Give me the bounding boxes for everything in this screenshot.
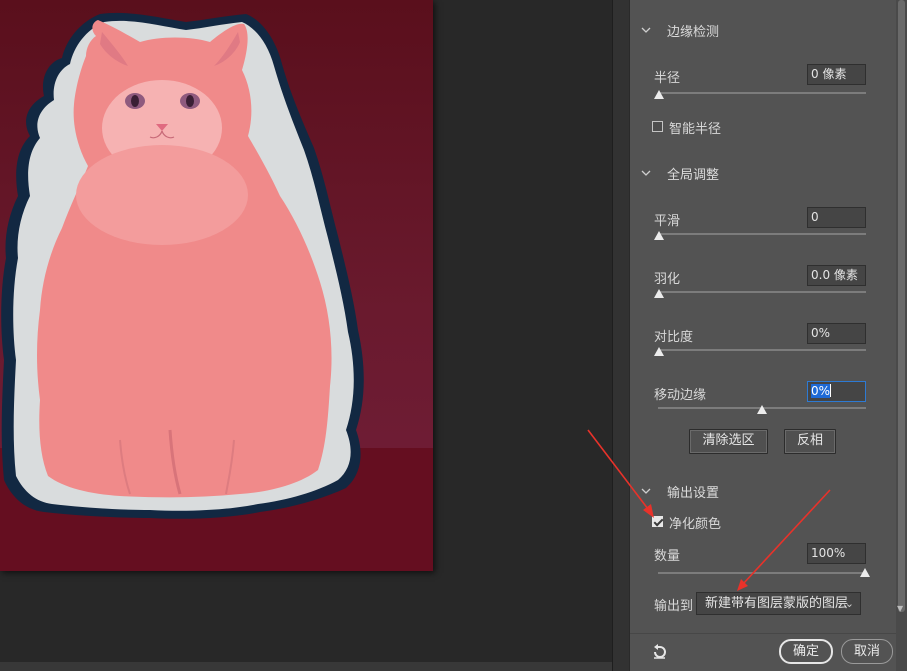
reset-icon[interactable]: [651, 643, 669, 661]
radius-slider-handle[interactable]: [654, 90, 664, 99]
shift-edge-slider-handle[interactable]: [757, 405, 767, 414]
contrast-label: 对比度: [654, 330, 694, 345]
feather-input[interactable]: 0.0 像素: [807, 265, 866, 286]
decontaminate-colors-label: 净化颜色: [669, 517, 722, 532]
invert-button[interactable]: 反相: [784, 429, 836, 454]
smooth-slider-track[interactable]: [658, 233, 866, 235]
feather-slider-track[interactable]: [658, 291, 866, 293]
feather-slider-handle[interactable]: [654, 289, 664, 298]
smart-radius-label: 智能半径: [669, 122, 722, 137]
smooth-label: 平滑: [654, 214, 681, 229]
smart-radius-checkbox[interactable]: [652, 121, 663, 132]
output-to-label: 输出到: [654, 599, 694, 614]
amount-slider-handle[interactable]: [860, 568, 870, 577]
cat-selection-preview: [0, 12, 433, 571]
output-to-select[interactable]: 新建带有图层蒙版的图层 ⌄: [696, 592, 861, 615]
select-and-mask-properties-panel: 边缘检测 半径 0 像素 智能半径 全局调整 平滑 0 羽化 0.0 像素 对比…: [629, 0, 907, 671]
feather-label: 羽化: [654, 272, 681, 287]
output-to-selected-value: 新建带有图层蒙版的图层: [705, 596, 849, 611]
text-caret: [830, 384, 832, 397]
scroll-down-arrow-icon[interactable]: ▼: [897, 604, 903, 613]
cancel-button[interactable]: 取消: [841, 639, 893, 664]
contrast-input[interactable]: 0%: [807, 323, 866, 344]
smooth-input[interactable]: 0: [807, 207, 866, 228]
chevron-down-icon[interactable]: [641, 25, 651, 35]
amount-input[interactable]: 100%: [807, 543, 866, 564]
chevron-down-icon[interactable]: [641, 486, 651, 496]
canvas-bottom-strip: [0, 662, 612, 671]
section-title-global-refine[interactable]: 全局调整: [667, 164, 719, 183]
panel-divider[interactable]: [612, 0, 629, 671]
shift-edge-selected-text: 0%: [811, 384, 831, 398]
radius-label: 半径: [654, 71, 681, 86]
image-canvas[interactable]: [0, 0, 612, 671]
section-title-edge-detection[interactable]: 边缘检测: [667, 21, 719, 40]
shift-edge-input[interactable]: 0%: [807, 381, 866, 402]
radius-input[interactable]: 0 像素: [807, 64, 866, 85]
shift-edge-label: 移动边缘: [654, 388, 707, 403]
contrast-slider-handle[interactable]: [654, 347, 664, 356]
amount-label: 数量: [654, 549, 681, 564]
amount-slider-track[interactable]: [658, 572, 866, 574]
chevron-down-icon: ⌄: [844, 597, 854, 610]
footer-separator: [630, 633, 897, 634]
contrast-slider-track[interactable]: [658, 349, 866, 351]
section-title-output-settings[interactable]: 输出设置: [667, 482, 719, 501]
clear-selection-button[interactable]: 清除选区: [689, 429, 768, 454]
ok-button[interactable]: 确定: [779, 639, 833, 664]
panel-scrollbar-thumb[interactable]: [898, 0, 905, 612]
smooth-slider-handle[interactable]: [654, 231, 664, 240]
chevron-down-icon[interactable]: [641, 168, 651, 178]
radius-slider-track[interactable]: [658, 92, 866, 94]
cat-photo[interactable]: [0, 0, 433, 571]
decontaminate-colors-checkbox[interactable]: [652, 516, 663, 527]
panel-scrollbar[interactable]: ▼: [896, 0, 907, 671]
